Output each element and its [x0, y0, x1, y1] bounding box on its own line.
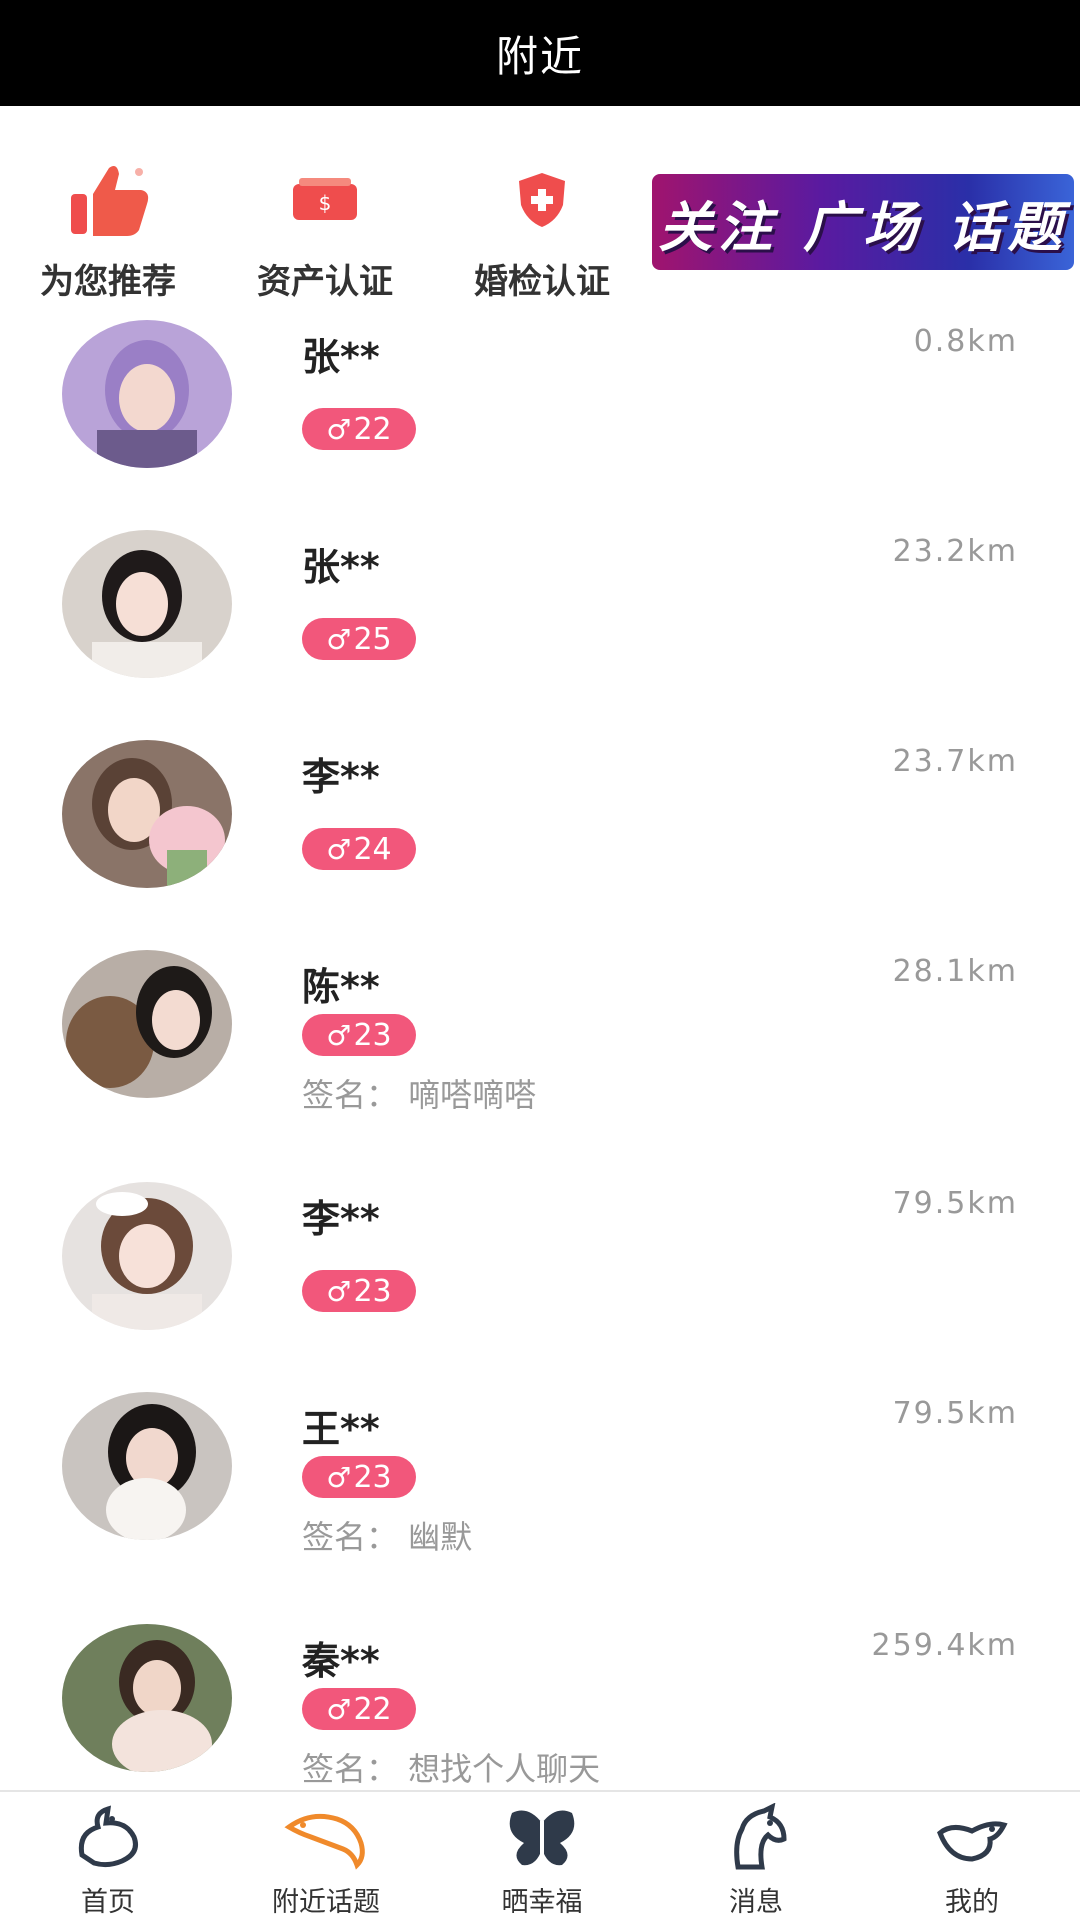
- top-bar: 附近: [0, 0, 1080, 106]
- shortcut-label: 为您推荐: [40, 262, 176, 302]
- user-row[interactable]: 张** 0.8km ♂ 22: [0, 312, 1080, 522]
- gender-age-badge: ♂ 23: [302, 1014, 416, 1056]
- gender-age-badge: ♂ 22: [302, 408, 416, 450]
- user-row[interactable]: 陈** 28.1km ♂ 23 签名： 嘀嗒嘀嗒: [0, 942, 1080, 1152]
- user-age: 25: [353, 621, 392, 657]
- user-distance: 0.8km: [913, 324, 1018, 359]
- shortcut-label: 资产认证: [257, 262, 393, 302]
- shield-plus-icon: [519, 173, 565, 227]
- user-age: 22: [353, 411, 392, 447]
- svg-text:$: $: [319, 191, 332, 215]
- user-row[interactable]: 李** 23.7km ♂ 24: [0, 732, 1080, 942]
- user-distance: 23.7km: [892, 744, 1018, 779]
- male-icon: ♂: [326, 1274, 352, 1308]
- gender-age-badge: ♂ 22: [302, 1688, 416, 1730]
- avatar[interactable]: [62, 530, 232, 678]
- gender-age-badge: ♂ 23: [302, 1270, 416, 1312]
- avatar[interactable]: [62, 1182, 232, 1330]
- page-title: 附近: [495, 31, 584, 81]
- avatar[interactable]: [62, 1624, 232, 1772]
- user-name: 李**: [302, 755, 380, 799]
- tab-nearby-topics[interactable]: 附近话题: [226, 1798, 426, 1919]
- tab-messages[interactable]: 消息: [656, 1798, 856, 1919]
- male-icon: ♂: [326, 1460, 352, 1494]
- user-name: 李**: [302, 1197, 380, 1241]
- gender-age-badge: ♂ 25: [302, 618, 416, 660]
- user-age: 23: [353, 1459, 392, 1495]
- thumbs-up-icon: [71, 166, 149, 236]
- user-name: 秦**: [302, 1639, 380, 1683]
- tab-label: 晒幸福: [501, 1887, 583, 1918]
- horse-icon: [734, 1803, 787, 1870]
- shortcut-health-verify[interactable]: 婚检认证: [442, 150, 642, 303]
- money-icon: $: [293, 178, 357, 220]
- user-name: 张**: [302, 545, 380, 589]
- user-distance: 259.4km: [871, 1628, 1018, 1663]
- tab-label: 首页: [81, 1887, 135, 1918]
- user-distance: 79.5km: [892, 1186, 1018, 1221]
- tab-label: 我的: [945, 1887, 999, 1918]
- user-age: 22: [353, 1691, 392, 1727]
- user-age: 24: [353, 831, 392, 867]
- avatar[interactable]: [62, 950, 232, 1098]
- avatar[interactable]: [62, 320, 232, 468]
- user-age: 23: [353, 1017, 392, 1053]
- dolphin-icon: [284, 1813, 365, 1870]
- tab-share-happiness[interactable]: 晒幸福: [442, 1798, 642, 1919]
- gender-age-badge: ♂ 23: [302, 1456, 416, 1498]
- avatar[interactable]: [62, 1392, 232, 1540]
- bird-icon: [937, 1821, 1008, 1862]
- user-age: 23: [353, 1273, 392, 1309]
- avatar[interactable]: [62, 740, 232, 888]
- gender-age-badge: ♂ 24: [302, 828, 416, 870]
- user-distance: 23.2km: [892, 534, 1018, 569]
- butterfly-icon: [509, 1810, 575, 1866]
- tab-home[interactable]: 首页: [8, 1798, 208, 1919]
- male-icon: ♂: [326, 622, 352, 656]
- user-signature: 签名： 幽默: [302, 1518, 473, 1556]
- user-row[interactable]: 王** 79.5km ♂ 23 签名： 幽默: [0, 1384, 1080, 1594]
- user-name: 王**: [302, 1407, 380, 1451]
- banner-text: 关注 广场 话题: [658, 194, 1068, 259]
- user-signature: 签名： 想找个人聊天: [302, 1750, 601, 1788]
- user-name: 陈**: [302, 965, 380, 1009]
- tab-label: 消息: [729, 1887, 783, 1918]
- shortcut-label: 婚检认证: [474, 262, 610, 302]
- user-name: 张**: [302, 335, 380, 379]
- male-icon: ♂: [326, 1692, 352, 1726]
- user-row[interactable]: 张** 23.2km ♂ 25: [0, 522, 1080, 732]
- user-distance: 28.1km: [892, 954, 1018, 989]
- male-icon: ♂: [326, 412, 352, 446]
- dove-icon: [78, 1805, 138, 1868]
- user-distance: 79.5km: [892, 1396, 1018, 1431]
- male-icon: ♂: [326, 832, 352, 866]
- bottom-tab-bar: 首页 附近话题 晒幸福 消息 我的: [0, 1790, 1080, 1922]
- topics-banner[interactable]: 关注 广场 话题: [652, 174, 1074, 270]
- shortcut-recommend[interactable]: 为您推荐: [8, 150, 208, 303]
- tab-label: 附近话题: [272, 1887, 380, 1918]
- user-signature: 签名： 嘀嗒嘀嗒: [302, 1076, 537, 1114]
- shortcut-asset-verify[interactable]: $ 资产认证: [225, 150, 425, 303]
- user-row[interactable]: 李** 79.5km ♂ 23: [0, 1174, 1080, 1384]
- tab-mine[interactable]: 我的: [872, 1798, 1072, 1919]
- male-icon: ♂: [326, 1018, 352, 1052]
